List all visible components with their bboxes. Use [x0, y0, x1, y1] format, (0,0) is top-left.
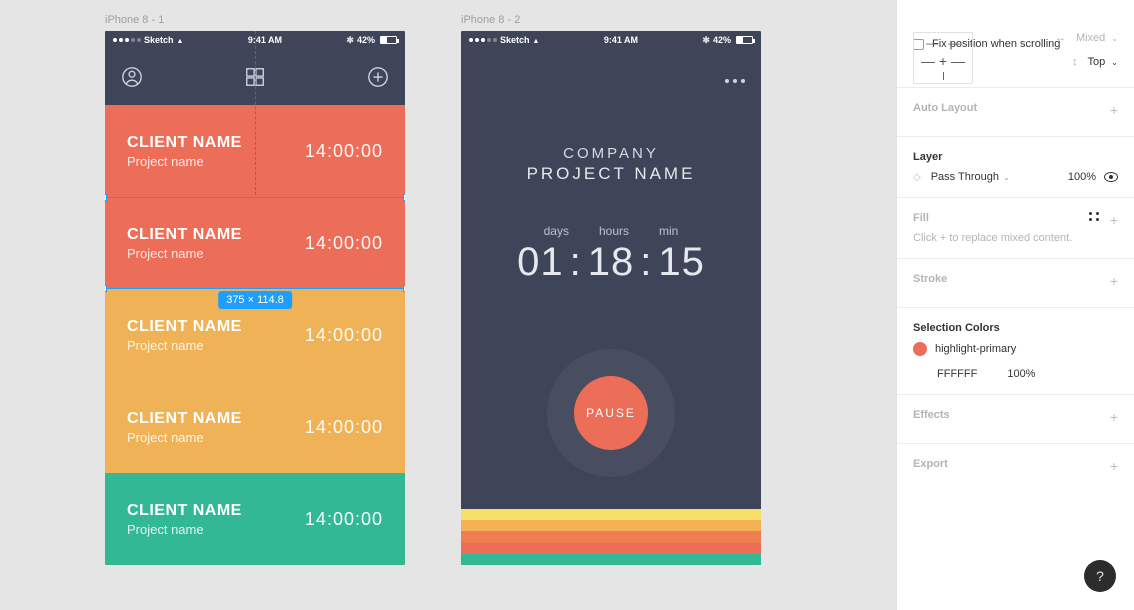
visibility-toggle-icon[interactable]	[1104, 172, 1118, 182]
pause-ring: PAUSE	[547, 349, 675, 477]
status-bar: Sketch 9:41 AM ✱ 42%	[461, 31, 761, 49]
project-name: Project name	[127, 338, 242, 353]
unit-min: min	[659, 224, 678, 238]
battery-icon	[734, 36, 753, 44]
carrier-label: Sketch	[500, 35, 530, 45]
unit-days: days	[544, 224, 569, 238]
profile-icon[interactable]	[121, 66, 143, 88]
selection-colors-section: Selection Colors highlight-primary FFFFF…	[897, 308, 1134, 395]
resize-handle[interactable]	[403, 194, 405, 201]
color-style-name[interactable]: highlight-primary	[935, 343, 1016, 355]
chevron-down-icon: ⌄	[1111, 34, 1118, 43]
digits-days: 01	[517, 240, 564, 285]
signal-dots-icon	[469, 38, 497, 42]
row-time: 14:00:00	[305, 417, 383, 438]
client-name: CLIENT NAME	[127, 318, 242, 336]
digits-hours: 18	[588, 240, 635, 285]
auto-layout-title: Auto Layout	[913, 102, 1118, 114]
client-name: CLIENT NAME	[127, 134, 242, 152]
horizontal-constraint-dropdown[interactable]: Mixed ⌄	[1055, 32, 1118, 44]
project-name: Project name	[127, 430, 242, 445]
fill-section: + Fill Click + to replace mixed content.	[897, 198, 1134, 259]
client-name: CLIENT NAME	[127, 410, 242, 428]
alignment-guide	[255, 31, 256, 195]
layer-title: Layer	[913, 151, 1118, 163]
project-row[interactable]: CLIENT NAME Project name 14:00:00	[105, 381, 405, 473]
client-name: CLIENT NAME	[127, 502, 242, 520]
design-panel: — — — + — Mixed ⌄ Top ⌄ Fix position whe…	[896, 0, 1134, 610]
stroke-title: Stroke	[913, 273, 1118, 285]
signal-dots-icon	[113, 38, 141, 42]
unit-hours: hours	[599, 224, 629, 238]
bluetooth-icon: ✱	[346, 35, 354, 46]
effects-title: Effects	[913, 409, 1118, 421]
status-time: 9:41 AM	[248, 35, 282, 45]
wifi-icon	[533, 35, 540, 45]
dimension-badge: 375 × 114.8	[218, 291, 292, 309]
add-fill-icon[interactable]: +	[1110, 212, 1118, 228]
company-label: COMPANY	[461, 49, 761, 162]
frame-iphone-2[interactable]: Sketch 9:41 AM ✱ 42% COMPANY PROJECT NAM…	[461, 31, 761, 565]
export-title: Export	[913, 458, 1118, 470]
blend-mode-dropdown[interactable]: Pass Through ⌄	[913, 171, 1010, 183]
project-row[interactable]: CLIENT NAME Project name 14:00:00	[105, 473, 405, 565]
timer-screen: COMPANY PROJECT NAME days hours min 01: …	[461, 49, 761, 565]
help-button[interactable]: ?	[1084, 560, 1116, 592]
timer-digits: 01: 18: 15	[461, 240, 761, 285]
vertical-constraint-dropdown[interactable]: Top ⌄	[1072, 56, 1118, 68]
add-icon[interactable]	[367, 66, 389, 88]
effects-section: + Effects	[897, 395, 1134, 444]
layer-opacity-input[interactable]: 100%	[1068, 171, 1096, 183]
color-stripes	[461, 509, 761, 565]
color-opacity[interactable]: 100%	[1007, 368, 1035, 380]
stroke-section: + Stroke	[897, 259, 1134, 308]
battery-pct: 42%	[357, 35, 375, 45]
layer-section: Layer Pass Through ⌄ 100%	[897, 137, 1134, 198]
add-auto-layout-icon[interactable]: +	[1110, 102, 1118, 118]
row-time: 14:00:00	[305, 325, 383, 346]
fill-hint: Click + to replace mixed content.	[913, 232, 1118, 244]
resize-handle[interactable]	[105, 285, 107, 292]
timer-units: days hours min	[461, 224, 761, 238]
frame-label-2[interactable]: iPhone 8 - 2	[461, 14, 520, 26]
status-time: 9:41 AM	[604, 35, 638, 45]
resize-handle[interactable]	[403, 285, 405, 292]
resize-handle[interactable]	[105, 194, 107, 201]
carrier-label: Sketch	[144, 35, 174, 45]
add-stroke-icon[interactable]: +	[1110, 273, 1118, 289]
add-effect-icon[interactable]: +	[1110, 409, 1118, 425]
project-label: PROJECT NAME	[461, 164, 761, 184]
design-canvas[interactable]: iPhone 8 - 1 Sketch 9:41 AM ✱ 42%	[0, 0, 896, 610]
frame-iphone-1[interactable]: Sketch 9:41 AM ✱ 42% CLIENT NAME	[105, 31, 405, 565]
fill-styles-icon[interactable]	[1089, 212, 1100, 221]
row-time: 14:00:00	[305, 141, 383, 162]
project-name: Project name	[127, 154, 242, 169]
horizontal-icon	[1055, 32, 1070, 44]
auto-layout-section: + Auto Layout	[897, 88, 1134, 137]
export-section: + Export	[897, 444, 1134, 492]
row-time: 14:00:00	[305, 509, 383, 530]
battery-icon	[378, 36, 397, 44]
bluetooth-icon: ✱	[702, 35, 710, 46]
color-hex[interactable]: FFFFFF	[937, 368, 977, 380]
digits-min: 15	[658, 240, 705, 285]
wifi-icon	[177, 35, 184, 45]
color-swatch[interactable]	[913, 342, 927, 356]
pause-button[interactable]: PAUSE	[574, 376, 648, 450]
fill-title: Fill	[913, 212, 1118, 224]
constraints-section: — — — + — Mixed ⌄ Top ⌄ Fix position whe…	[897, 38, 1134, 88]
selection-outline[interactable]	[105, 197, 405, 289]
battery-pct: 42%	[713, 35, 731, 45]
selection-colors-title: Selection Colors	[913, 322, 1118, 334]
droplet-icon	[913, 171, 927, 183]
add-export-icon[interactable]: +	[1110, 458, 1118, 474]
chevron-down-icon: ⌄	[1003, 173, 1010, 182]
project-name: Project name	[127, 522, 242, 537]
frame-label-1[interactable]: iPhone 8 - 1	[105, 14, 164, 26]
alignment-crosshair[interactable]: — — — + —	[913, 32, 973, 84]
vertical-icon	[1072, 56, 1082, 68]
chevron-down-icon: ⌄	[1111, 58, 1118, 67]
